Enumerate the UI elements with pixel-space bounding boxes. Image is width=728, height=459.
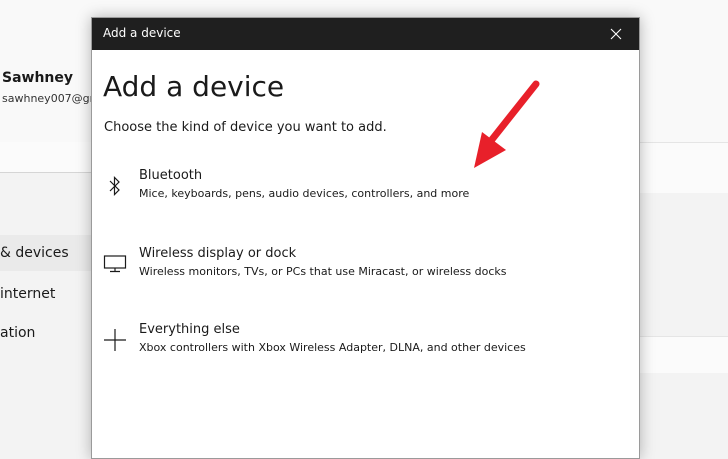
user-email: sawhney007@gm [2,92,101,105]
dialog-titlebar: Add a device [92,18,639,50]
add-device-dialog: Add a device Add a device Choose the kin… [91,17,640,459]
nav-item-bluetooth-devices[interactable]: & devices [0,235,95,271]
option-bluetooth[interactable]: Bluetooth Mice, keyboards, pens, audio d… [92,162,639,218]
settings-card [636,142,728,193]
option-description: Mice, keyboards, pens, audio devices, co… [139,187,470,200]
user-name: Sawhney [2,70,74,86]
option-everything-else[interactable]: Everything else Xbox controllers with Xb… [92,316,639,372]
dialog-subtitle: Choose the kind of device you want to ad… [104,120,387,135]
dialog-heading: Add a device [103,70,285,103]
option-wireless-display[interactable]: Wireless display or dock Wireless monito… [92,240,639,296]
close-icon [610,28,622,40]
settings-card [636,336,728,373]
option-title: Wireless display or dock [139,246,297,261]
plus-icon [103,328,127,352]
option-description: Wireless monitors, TVs, or PCs that use … [139,265,507,278]
close-button[interactable] [593,18,639,50]
option-description: Xbox controllers with Xbox Wireless Adap… [139,341,526,354]
annotation-arrow-icon [474,80,540,168]
bluetooth-icon [103,174,127,198]
option-title: Bluetooth [139,168,203,183]
dialog-window-title: Add a device [103,26,181,40]
monitor-icon [103,252,127,276]
nav-item-network-internet[interactable]: internet [0,276,55,312]
nav-item-personalization[interactable]: ation [0,315,35,351]
option-title: Everything else [139,322,240,337]
